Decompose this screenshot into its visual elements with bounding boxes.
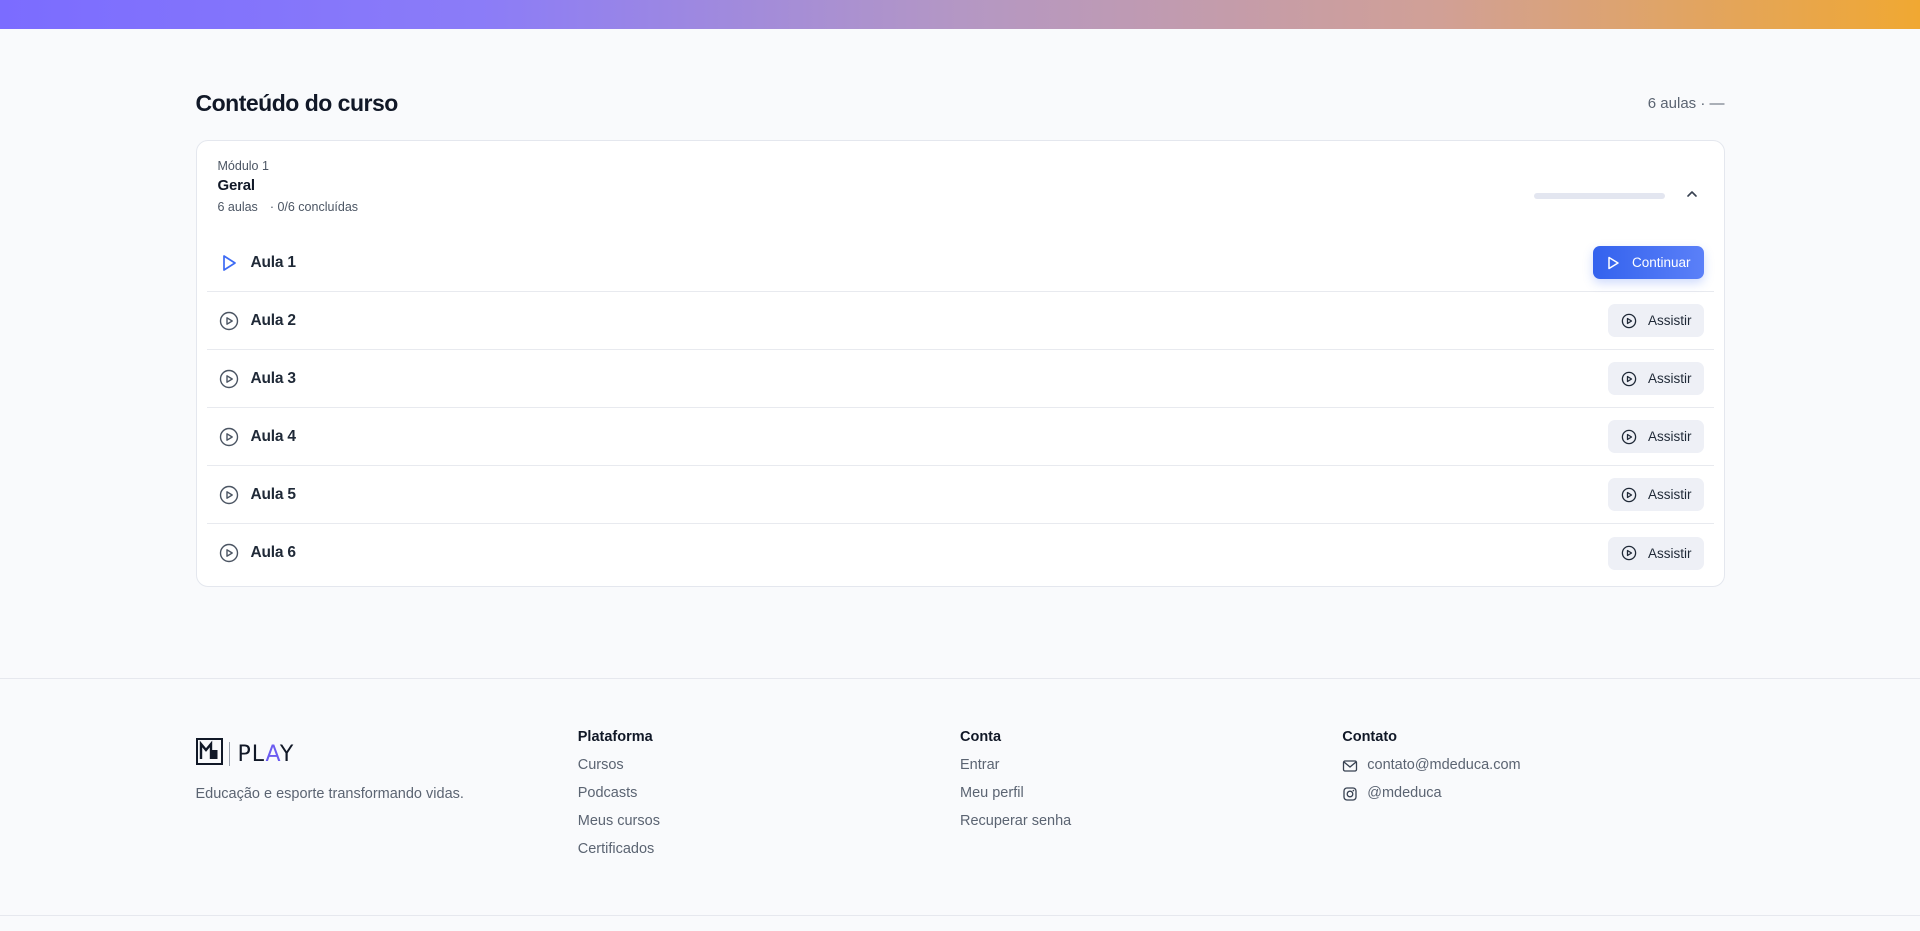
lesson-info: Aula 1 [218,252,296,274]
lesson-title: Aula 2 [250,311,297,329]
course-meta: 6 aulas · — [1647,94,1725,112]
watch-button-label: Assistir [1648,371,1692,386]
module-stats: 6 aulas · 0/6 concluídas [218,200,359,214]
footer-inner: PLAY Educação e esporte transformando vi… [195,679,1725,869]
lesson-title: Aula 6 [250,544,297,561]
module-label: Módulo 1 [217,159,269,173]
footer-platform: Plataforma Cursos Podcasts Meus cursos C… [578,729,960,869]
module-lessons-count: 6 aulas [217,200,258,214]
play-circle-icon [1621,487,1637,503]
contact-email-link[interactable]: contato@mdeduca.com [1367,757,1520,774]
top-gradient-bar [0,0,1920,29]
contact-instagram-row: @mdeduca [1342,785,1724,802]
lesson-title: Aula 3 [250,369,297,387]
lesson-info: Aula 2 [218,310,296,332]
lesson-row[interactable]: Aula 1 Continuar [206,234,1714,292]
mail-icon [1342,758,1358,774]
play-circle-icon [1621,371,1637,387]
page-title: Conteúdo do curso [195,89,399,116]
lesson-row[interactable]: Aula 3 Assistir [206,350,1714,408]
logo-divider [228,742,230,766]
module-controls [1533,185,1703,207]
footer-brand: PLAY Educação e esporte transformando vi… [195,729,578,869]
footer-tagline: Educação e esporte transformando vidas. [195,786,464,802]
lesson-title: Aula 5 [250,485,297,503]
lesson-row[interactable]: Aula 4 Assistir [206,408,1714,466]
footer-platform-title: Plataforma [577,729,653,745]
footer-account-title: Conta [960,729,1002,745]
play-circle-icon [218,368,240,390]
watch-button-label: Assistir [1648,545,1692,561]
continue-button-label: Continuar [1631,255,1691,270]
lesson-info: Aula 4 [218,426,296,448]
module-progress-bar [1533,193,1665,199]
course-content: Conteúdo do curso 6 aulas · — Módulo 1 G… [195,29,1725,587]
footer-contact-title: Contato [1342,729,1398,745]
footer-link-entrar[interactable]: Entrar [960,757,1342,774]
collapse-button[interactable] [1681,185,1703,207]
lesson-info: Aula 6 [218,542,296,564]
contact-instagram-link[interactable]: @mdeduca [1367,785,1441,802]
watch-button[interactable]: Assistir [1608,420,1704,453]
logo-mark-icon [195,738,223,770]
module-header[interactable]: Módulo 1 Geral 6 aulas · 0/6 concluídas [207,141,1714,234]
footer-contact: Contato contato@mdeduca.com @mdeduca [1342,729,1724,869]
instagram-icon [1342,786,1358,802]
site-footer: PLAY Educação e esporte transformando vi… [0,678,1920,916]
footer-account: Conta Entrar Meu perfil Recuperar senha [960,729,1342,869]
play-icon [1605,255,1621,271]
play-circle-icon [1621,545,1637,561]
footer-link-cursos[interactable]: Cursos [578,757,960,774]
play-circle-icon [218,484,240,506]
play-circle-icon [218,542,240,564]
watch-button-label: Assistir [1648,487,1692,502]
play-icon [218,252,240,274]
lesson-info: Aula 3 [218,368,296,390]
lesson-title: Aula 4 [250,427,297,445]
contact-email-row: contato@mdeduca.com [1342,757,1724,774]
watch-button-label: Assistir [1648,313,1692,328]
lesson-title: Aula 1 [250,253,297,271]
chevron-up-icon [1685,187,1699,206]
course-header: Conteúdo do curso 6 aulas · — [196,81,1725,125]
logo[interactable]: PLAY [195,738,578,770]
watch-button[interactable]: Assistir [1608,536,1704,570]
lesson-row[interactable]: Aula 5 Assistir [206,466,1714,524]
play-circle-icon [218,310,240,332]
module-info: Módulo 1 Geral 6 aulas · 0/6 concluídas [218,159,359,214]
footer-link-podcasts[interactable]: Podcasts [578,785,960,802]
logo-text: PLAY [237,741,295,767]
watch-button[interactable]: Assistir [1608,478,1704,511]
lesson-row[interactable]: Aula 6 Assistir [207,524,1714,582]
lesson-info: Aula 5 [218,484,296,506]
watch-button[interactable]: Assistir [1608,362,1704,395]
lesson-row[interactable]: Aula 2 Assistir [206,292,1714,350]
footer-link-meus-cursos[interactable]: Meus cursos [578,813,960,830]
footer-link-certificados[interactable]: Certificados [578,841,960,858]
play-circle-icon [1621,313,1637,329]
watch-button[interactable]: Assistir [1608,304,1704,337]
continue-button[interactable]: Continuar [1592,246,1704,279]
module-completed: · 0/6 concluídas [269,200,359,214]
module-name: Geral [217,177,256,194]
module-card: Módulo 1 Geral 6 aulas · 0/6 concluídas [195,140,1725,587]
play-circle-icon [218,426,240,448]
footer-link-recuperar-senha[interactable]: Recuperar senha [960,813,1342,830]
lesson-list: Aula 1 Continuar Aula 2 Assistir Aula 3 … [206,234,1714,582]
play-circle-icon [1621,429,1637,445]
footer-link-meu-perfil[interactable]: Meu perfil [960,785,1342,802]
watch-button-label: Assistir [1648,429,1692,444]
